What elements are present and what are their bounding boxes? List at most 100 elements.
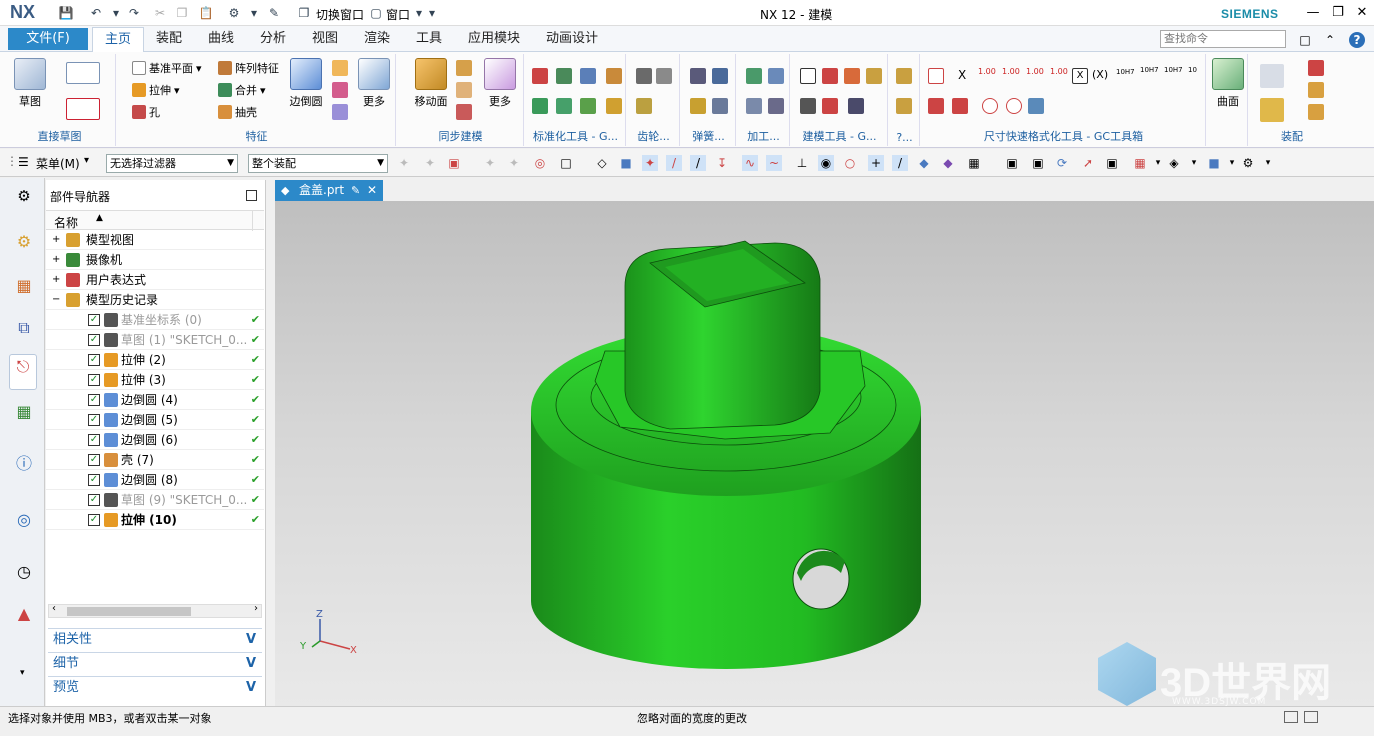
scroll-left-icon[interactable]: ‹ <box>52 603 56 614</box>
dim-format-7[interactable]: 10H7 <box>1140 66 1159 74</box>
visibility-checkbox[interactable]: ✓ <box>88 494 100 506</box>
reuse-library-icon[interactable]: ▦ <box>12 400 36 424</box>
close-button[interactable]: ✕ <box>1352 4 1372 22</box>
shaded-cube-icon[interactable]: ■ <box>1206 155 1222 171</box>
modeling-tool-icon-5[interactable] <box>800 98 816 114</box>
snap-tool-icon-1[interactable]: ◇ <box>594 155 610 171</box>
menu-button[interactable]: 菜单(M) <box>36 155 80 172</box>
tab-applications[interactable]: 应用模块 <box>468 30 520 48</box>
column-header[interactable]: 名称 ▲ <box>46 210 264 231</box>
visibility-checkbox[interactable]: ✓ <box>88 354 100 366</box>
history-feature-row[interactable]: ✓ 边倒圆 (4) ✔ <box>46 390 264 410</box>
snap-existing-point-icon[interactable]: + <box>868 155 884 171</box>
modeling-tool-icon-4[interactable] <box>866 68 882 84</box>
settings-gear-icon[interactable]: ⚙ <box>12 184 36 208</box>
view-pan-icon[interactable]: ➚ <box>1080 155 1096 171</box>
gear-tool-icon-2[interactable] <box>656 68 672 84</box>
info-icon[interactable]: ⓘ <box>12 452 36 476</box>
redo-icon[interactable]: ↷ <box>126 5 142 21</box>
collapse-icon[interactable]: − <box>52 290 60 310</box>
snap-midpoint-icon[interactable]: / <box>690 155 706 171</box>
select-tool-icon-2[interactable]: ✦ <box>422 155 438 171</box>
sketch-button[interactable]: 草图 <box>10 58 50 109</box>
tree-node[interactable]: + 用户表达式 <box>46 270 264 290</box>
triad-dropdown-icon[interactable]: ▾ <box>1260 155 1276 171</box>
expand-icon[interactable]: + <box>52 250 60 270</box>
selection-filter-select[interactable]: 无选择过滤器 ▼ <box>106 154 238 173</box>
repeat-dropdown-icon[interactable]: ▾ <box>246 5 262 21</box>
menu-dropdown-icon[interactable]: ▾ <box>84 155 89 166</box>
gear-tool-icon-1[interactable] <box>636 68 652 84</box>
shell-button[interactable]: 抽壳 <box>218 104 257 120</box>
visibility-checkbox[interactable]: ✓ <box>88 414 100 426</box>
add-component-icon[interactable] <box>1260 98 1284 122</box>
panel-details[interactable]: 细节 V <box>48 652 262 674</box>
visibility-checkbox[interactable]: ✓ <box>88 334 100 346</box>
snap-grid-icon[interactable]: ▦ <box>966 155 982 171</box>
delete-face-icon[interactable] <box>456 104 472 120</box>
extrude-button[interactable]: 拉伸 ▾ <box>132 82 180 98</box>
scroll-right-icon[interactable]: › <box>254 603 258 614</box>
edge-blend-button[interactable]: 边倒圆 <box>286 58 326 109</box>
menu-icon[interactable]: ☰ <box>18 155 29 169</box>
shade-dropdown-icon[interactable]: ▾ <box>1224 155 1240 171</box>
hole-button[interactable]: 孔 <box>132 104 160 120</box>
unite-button[interactable]: 合并 ▾ <box>218 82 266 98</box>
status-icon-2[interactable] <box>1304 711 1318 723</box>
tree-node[interactable]: + 模型视图 <box>46 230 264 250</box>
history-feature-row[interactable]: ✓ 草图 (1) "SKETCH_0... ✔ <box>46 330 264 350</box>
modeling-tool-icon-3[interactable] <box>844 68 860 84</box>
constraint-navigator-icon[interactable]: ▦ <box>12 274 36 298</box>
undo-dropdown-icon[interactable]: ▾ <box>108 5 124 21</box>
paste-icon[interactable]: 📋 <box>198 5 214 21</box>
tab-render[interactable]: 渲染 <box>364 30 390 48</box>
history-feature-row[interactable]: ✓ 基准坐标系 (0) ✔ <box>46 310 264 330</box>
repeat-command-icon[interactable]: ⚙ <box>226 5 242 21</box>
assembly-tool-icon-1[interactable] <box>1260 64 1284 88</box>
more-tool-icon-2[interactable] <box>896 98 912 114</box>
close-tab-icon[interactable]: ✕ <box>367 180 377 201</box>
snap-on-face-icon[interactable]: ◆ <box>916 155 932 171</box>
selection-scope-select[interactable]: 整个装配 ▼ <box>248 154 388 173</box>
panel-preview[interactable]: 预览 V <box>48 676 262 698</box>
restore-button[interactable]: ❐ <box>1328 4 1348 22</box>
std-tool-icon-2[interactable] <box>556 68 572 84</box>
tab-tools[interactable]: 工具 <box>416 30 442 48</box>
curve-gallery-icon[interactable] <box>66 62 100 84</box>
view-section-icon[interactable]: ◈ <box>1166 155 1182 171</box>
tab-view[interactable]: 视图 <box>312 30 338 48</box>
machining-tool-icon-4[interactable] <box>768 98 784 114</box>
scroll-thumb[interactable] <box>67 607 191 616</box>
assembly-tool-icon-4[interactable] <box>1308 82 1324 98</box>
section-dropdown-icon[interactable]: ▾ <box>1186 155 1202 171</box>
offset-region-icon[interactable] <box>456 82 472 98</box>
cut-icon[interactable]: ✂ <box>152 5 168 21</box>
rectangle-icon[interactable] <box>66 98 100 120</box>
more-tool-icon-1[interactable] <box>896 68 912 84</box>
view-fit-icon[interactable]: ▣ <box>1004 155 1020 171</box>
machining-tool-icon-2[interactable] <box>768 68 784 84</box>
file-tab[interactable]: 文件(F) <box>8 28 88 50</box>
select-tool-icon-5[interactable]: ✦ <box>506 155 522 171</box>
assembly-navigator-icon[interactable]: ⚙ <box>12 230 36 254</box>
view-rotate-icon[interactable]: ⟳ <box>1054 155 1070 171</box>
snap-endpoint-icon[interactable]: / <box>666 155 682 171</box>
horizontal-scrollbar[interactable]: ‹ › <box>48 603 262 618</box>
part-file-tab[interactable]: ◆ 盒盖.prt ✎ ✕ <box>275 180 383 201</box>
more-sync-button[interactable]: 更多 <box>480 58 520 109</box>
window-icon[interactable]: ▢ <box>368 5 384 21</box>
expand-icon[interactable]: + <box>52 270 60 290</box>
diameter-icon-2[interactable] <box>1006 98 1022 114</box>
history-feature-row[interactable]: ✓ 拉伸 (2) ✔ <box>46 350 264 370</box>
navigator-maximize-icon[interactable] <box>246 190 257 201</box>
spring-tool-icon-2[interactable] <box>712 68 728 84</box>
part-model[interactable] <box>531 240 921 669</box>
customize-dropdown-icon[interactable]: ▾ <box>424 5 440 21</box>
minimize-button[interactable]: — <box>1303 4 1323 22</box>
machining-tool-icon-1[interactable] <box>746 68 762 84</box>
gear-tool-icon-3[interactable] <box>636 98 652 114</box>
panel-dependencies[interactable]: 相关性 V <box>48 628 262 650</box>
tab-animation[interactable]: 动画设计 <box>546 30 598 48</box>
snap-quadrant-icon[interactable]: ○ <box>842 155 858 171</box>
dim-tool-icon-14[interactable] <box>1028 98 1044 114</box>
